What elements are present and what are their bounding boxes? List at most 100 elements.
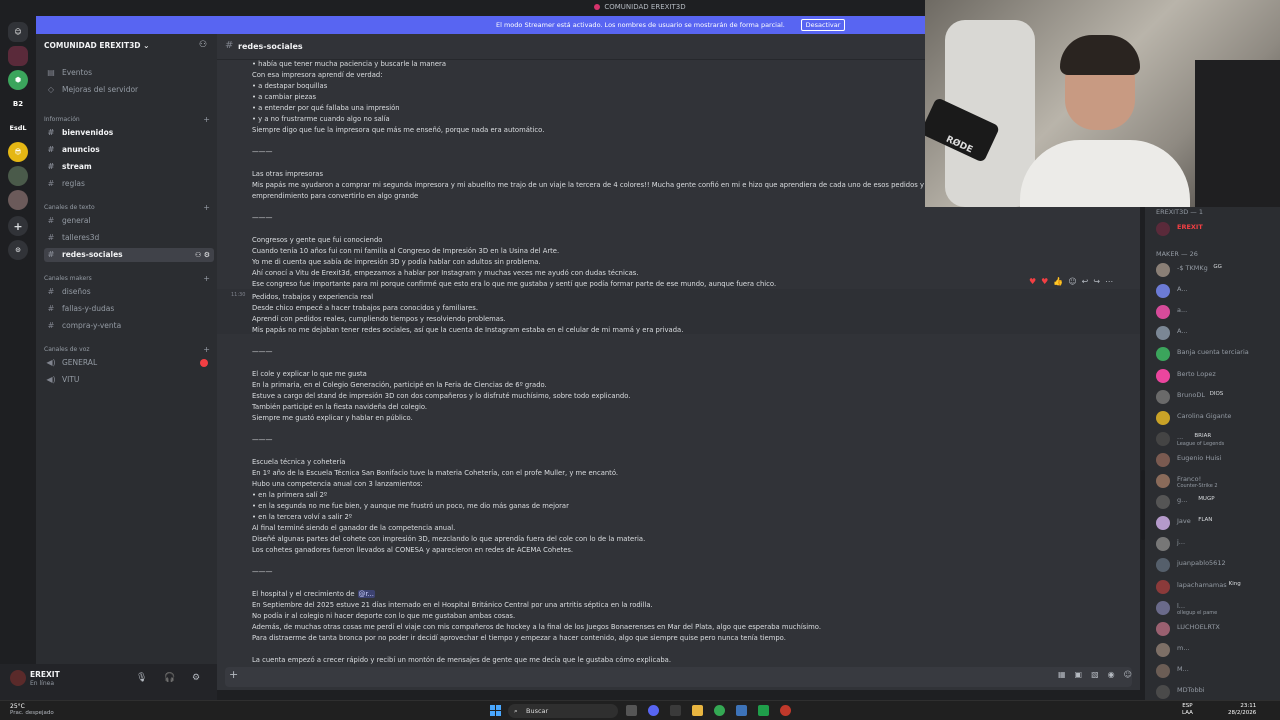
sidebar-item-compra-venta[interactable]: # compra-y-venta — [44, 319, 214, 333]
window-title-text: COMUNIDAD EREXIT3D — [604, 3, 686, 11]
app-icon[interactable] — [780, 705, 791, 716]
category-informacion[interactable]: Información + — [44, 115, 210, 124]
more-icon[interactable]: ⋯ — [1105, 277, 1113, 286]
server-avatar-1[interactable] — [8, 166, 28, 186]
member-item[interactable]: Eugenio Huisi — [1156, 451, 1280, 469]
member-item[interactable]: Jave FLAN — [1156, 514, 1280, 532]
member-name: EREXIT — [1177, 223, 1203, 231]
thumbs-up-icon[interactable]: 👍 — [1053, 277, 1063, 286]
gif-icon[interactable]: ▧ — [1091, 670, 1099, 679]
member-group-header: MAKER — 26 — [1156, 250, 1198, 258]
sticker-icon[interactable]: ◉ — [1108, 670, 1115, 679]
add-channel-icon[interactable]: + — [203, 203, 210, 212]
add-member-icon[interactable]: ⚇ — [199, 40, 207, 50]
member-item[interactable]: LUCHOELRTX — [1156, 620, 1280, 638]
sidebar-item-bienvenidos[interactable]: # bienvenidos — [44, 126, 214, 140]
server-avatar-2[interactable] — [8, 190, 28, 210]
microphone-icon[interactable]: 🎙 — [136, 673, 147, 683]
member-item[interactable]: Berto Lopez — [1156, 367, 1280, 385]
heart-reaction-icon[interactable]: ♥ — [1041, 277, 1048, 286]
add-reaction-icon[interactable]: ☺ — [1068, 277, 1076, 286]
gift-icon[interactable]: ▣ — [1075, 670, 1083, 679]
sidebar-item-talleres3d[interactable]: # talleres3d — [44, 231, 214, 245]
headphones-icon[interactable]: 🎧 — [164, 673, 175, 683]
user-mention[interactable]: @r... — [357, 590, 375, 598]
category-texto[interactable]: Canales de texto + — [44, 203, 210, 212]
reply-icon[interactable]: ↩ — [1082, 277, 1089, 286]
add-channel-icon[interactable]: + — [203, 274, 210, 283]
member-item[interactable]: M... — [1156, 662, 1280, 680]
chrome-icon[interactable] — [714, 705, 725, 716]
forward-icon[interactable]: ↪ — [1093, 277, 1100, 286]
add-channel-icon[interactable]: + — [203, 345, 210, 354]
member-item[interactable]: juanpablo5612 — [1156, 556, 1280, 574]
heart-reaction-icon[interactable]: ♥ — [1029, 277, 1036, 286]
member-item[interactable]: ... BRIAR League of Legends — [1156, 430, 1280, 448]
disable-streamer-button[interactable]: Desactivar — [801, 19, 845, 31]
emoji-icon[interactable]: ☺ — [1124, 670, 1132, 679]
files-icon[interactable] — [670, 705, 681, 716]
avatar — [1156, 495, 1170, 510]
message-line: • y a no frustrarme cuando algo no salía — [252, 115, 390, 123]
guild-name[interactable]: COMUNIDAD EREXIT3D ⌄ — [44, 41, 149, 50]
message-input[interactable] — [225, 667, 1132, 687]
direct-messages-icon[interactable]: ☺ — [8, 22, 28, 42]
member-item[interactable]: m... — [1156, 641, 1280, 659]
member-item[interactable]: Carolina Gigante — [1156, 409, 1280, 427]
clock[interactable]: 23:11 28/2/2026 — [1228, 703, 1256, 717]
member-item[interactable]: l... ollegup el pame — [1156, 599, 1280, 617]
add-server-icon[interactable]: + — [8, 216, 28, 236]
weather-widget[interactable]: 25°C Prac. despejado — [10, 703, 54, 716]
member-item[interactable]: EREXIT — [1156, 220, 1280, 238]
sidebar-item-disenos[interactable]: # diseños — [44, 285, 214, 299]
add-channel-icon[interactable]: + — [203, 115, 210, 124]
avatar[interactable] — [10, 670, 26, 686]
category-voz[interactable]: Canales de voz + — [44, 345, 210, 354]
sidebar-item-general[interactable]: # general — [44, 214, 214, 228]
member-item[interactable]: A... — [1156, 324, 1280, 342]
sidebar-item-eventos[interactable]: ▤ Eventos — [44, 66, 214, 80]
message-text: Además, de muchas otras cosas me perdí e… — [252, 623, 821, 631]
add-attachment-icon[interactable]: + — [229, 668, 238, 681]
sidebar-item-reglas[interactable]: # reglas — [44, 177, 214, 191]
member-item[interactable]: Franco! Counter-Strike 2 — [1156, 472, 1280, 490]
message-line: ——— — [252, 568, 272, 576]
language-indicator[interactable]: ESP LAA — [1182, 703, 1193, 717]
sidebar-item-fallas[interactable]: # fallas-y-dudas — [44, 302, 214, 316]
server-green[interactable]: ⬢ — [8, 70, 28, 90]
explore-icon[interactable]: ⊙ — [8, 240, 28, 260]
server-erexit3d[interactable] — [8, 46, 28, 66]
taskbar-search[interactable]: ⌕ Buscar — [508, 704, 618, 718]
member-list: EREXIT3D — 1 EREXIT MAKER — 26 -$ TKMKg G… — [1145, 207, 1280, 700]
discord-taskbar-icon[interactable] — [648, 705, 659, 716]
server-emoji[interactable]: 😎 — [8, 142, 28, 162]
member-item[interactable]: j... — [1156, 535, 1280, 553]
gear-icon[interactable]: ⚙ — [192, 673, 200, 683]
apps-icon[interactable]: ▦ — [1058, 670, 1066, 679]
member-item[interactable]: Banja cuenta terciaria — [1156, 345, 1280, 363]
message-line: • en la segunda no me fue bien, y aunque… — [252, 502, 569, 510]
sidebar-item-voice-vitu[interactable]: ◀) VITU — [44, 373, 214, 387]
member-item[interactable]: BrunoDL DIOS — [1156, 388, 1280, 406]
member-item[interactable]: a... — [1156, 303, 1280, 321]
server-esdl[interactable]: EsdL — [8, 118, 28, 138]
app-icon[interactable] — [758, 705, 769, 716]
member-item[interactable]: lapachamamas King — [1156, 578, 1280, 596]
member-item[interactable]: A... — [1156, 282, 1280, 300]
sidebar-item-voice-general[interactable]: ◀) GENERAL — [44, 356, 214, 370]
sidebar-item-anuncios[interactable]: # anuncios — [44, 143, 214, 157]
member-item[interactable]: MDTobbi — [1156, 683, 1280, 700]
member-item[interactable]: g... MUGP — [1156, 493, 1280, 511]
sidebar-item-mejoras[interactable]: ◇ Mejoras del servidor — [44, 83, 214, 97]
start-icon[interactable] — [490, 705, 501, 716]
message-text: • había que tener mucha paciencia y busc… — [252, 60, 446, 68]
sidebar-item-redes-sociales[interactable]: # redes-sociales ⚇ ⚙ — [44, 248, 214, 262]
member-item[interactable]: -$ TKMKg GG — [1156, 261, 1280, 279]
category-makers[interactable]: Canales makers + — [44, 274, 210, 283]
task-view-icon[interactable] — [626, 705, 637, 716]
folder-icon[interactable] — [692, 705, 703, 716]
sidebar-item-stream[interactable]: # stream — [44, 160, 214, 174]
server-b2[interactable]: B2 — [8, 94, 28, 114]
app-icon[interactable] — [736, 705, 747, 716]
settings-icon[interactable]: ⚇ ⚙ — [195, 248, 210, 262]
